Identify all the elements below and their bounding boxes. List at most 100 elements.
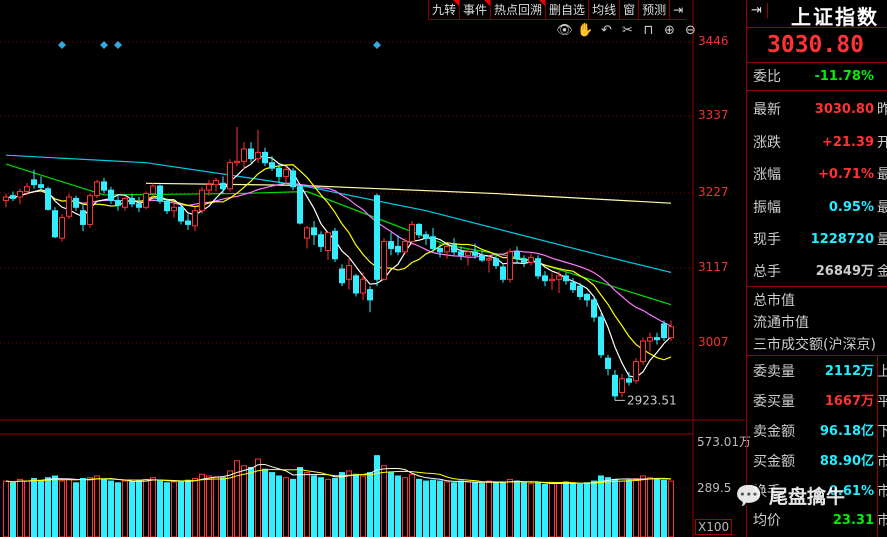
candle xyxy=(157,184,163,204)
toolbar-button[interactable]: 事件 xyxy=(459,0,491,20)
toolbar-button[interactable]: 窗 xyxy=(619,0,638,20)
undo-icon[interactable]: ↶ xyxy=(598,23,615,39)
candle xyxy=(605,354,611,376)
price-tick: 3227 xyxy=(698,185,729,199)
volume-bar xyxy=(17,478,23,537)
quote-label: 委卖量 xyxy=(753,364,795,380)
volume-bar xyxy=(339,472,345,537)
candle xyxy=(136,197,142,213)
candle xyxy=(164,198,170,215)
candle xyxy=(633,358,639,384)
candle-body xyxy=(157,185,163,202)
candle xyxy=(542,271,548,287)
quote-label: 均价 xyxy=(753,513,781,529)
candle-body xyxy=(178,206,184,222)
volume-bar xyxy=(402,477,408,537)
volume-unit-button[interactable]: X100 xyxy=(695,519,733,535)
candle xyxy=(66,193,72,219)
volume-bar xyxy=(241,465,247,537)
quote-label: 现手 xyxy=(753,232,781,248)
volume-bar xyxy=(395,475,401,537)
volume-bar xyxy=(10,482,16,537)
volume-bar xyxy=(605,477,611,537)
event-marker-diamond-icon[interactable] xyxy=(100,41,108,49)
price-tick: 3337 xyxy=(698,108,729,122)
quote-value: 1228720 xyxy=(810,232,874,247)
candle-body xyxy=(479,254,485,261)
eye-icon[interactable]: 👁 xyxy=(556,23,573,39)
toolbar-button[interactable]: 九转 xyxy=(428,0,460,20)
candle-body xyxy=(73,197,79,208)
candle-body xyxy=(661,323,667,339)
candle xyxy=(38,176,44,192)
grid-lines xyxy=(0,41,693,489)
candle-body xyxy=(346,265,352,280)
candle-body xyxy=(150,185,156,195)
volume-bar xyxy=(633,478,639,537)
volume-bar xyxy=(332,478,338,537)
quote-value: 23.31 xyxy=(832,513,874,528)
candle-body xyxy=(507,251,513,280)
toolbar-button[interactable]: 热点回溯 xyxy=(490,0,546,20)
volume-bar xyxy=(192,478,198,537)
candle-body xyxy=(101,181,107,191)
quote-label: 最新 xyxy=(753,102,781,118)
quote-label: 涨幅 xyxy=(753,167,781,183)
candle-body xyxy=(598,316,604,356)
candle xyxy=(178,205,184,225)
candle-body xyxy=(570,282,576,291)
volume-bar xyxy=(325,478,331,537)
price-tick: 3446 xyxy=(698,34,729,48)
quote-row: 最新 3030.80 昨 xyxy=(753,100,887,120)
candle xyxy=(3,193,9,208)
candle-body xyxy=(493,258,499,267)
lock-icon[interactable]: ⊓ xyxy=(640,23,657,39)
candle xyxy=(647,332,653,352)
event-marker-diamond-icon[interactable] xyxy=(373,41,381,49)
candle-body xyxy=(206,184,212,191)
watermark-logo: 💬 尾盘擒牛 xyxy=(735,484,846,509)
zoom-in-icon[interactable]: ⊕ xyxy=(661,23,678,39)
candle-body xyxy=(584,293,590,301)
quote-side-label: 上 xyxy=(877,364,887,380)
quote-row: 委卖量 2112万上 xyxy=(753,362,887,382)
volume-bar xyxy=(150,477,156,537)
quote-label: 买金额 xyxy=(753,454,795,470)
volume-bar xyxy=(136,479,142,537)
candle-body xyxy=(248,148,254,160)
arrow-right-bar-icon[interactable]: ⇥ xyxy=(669,0,686,20)
candle xyxy=(10,191,16,202)
volume-bar xyxy=(409,473,415,537)
volume-bar xyxy=(486,480,492,537)
zoom-out-icon[interactable]: ⊖ xyxy=(682,23,699,39)
quote-value: 0.95% xyxy=(828,200,874,215)
candle-body xyxy=(465,251,471,256)
scissors-icon[interactable]: ✂ xyxy=(619,23,636,39)
candle xyxy=(262,147,268,167)
volume-bar xyxy=(458,480,464,537)
quote-side-label: 平 xyxy=(877,394,887,410)
volume-bar xyxy=(647,477,653,537)
candle-body xyxy=(199,189,205,212)
candles xyxy=(3,127,674,401)
candle xyxy=(283,166,289,184)
toolbar-button[interactable]: 预测 xyxy=(638,0,669,20)
volume-bar xyxy=(528,483,534,537)
candle xyxy=(185,214,191,230)
candle-body xyxy=(416,223,422,236)
candle xyxy=(416,223,422,239)
arrow-right-bar-icon[interactable]: ⇥ xyxy=(751,3,768,18)
candle-body xyxy=(577,285,583,297)
candle-body xyxy=(17,191,23,198)
hand-icon[interactable]: ✋ xyxy=(577,23,594,39)
volume-bar xyxy=(318,477,324,537)
candle xyxy=(591,296,597,322)
candle-body xyxy=(52,210,58,238)
toolbar-button[interactable]: 均线 xyxy=(588,0,619,20)
volume-bar xyxy=(668,480,674,537)
candle xyxy=(234,127,240,167)
toolbar-button[interactable]: 删自选 xyxy=(545,0,588,20)
candle xyxy=(374,193,380,287)
candle xyxy=(668,320,674,342)
candle-body xyxy=(45,188,51,210)
